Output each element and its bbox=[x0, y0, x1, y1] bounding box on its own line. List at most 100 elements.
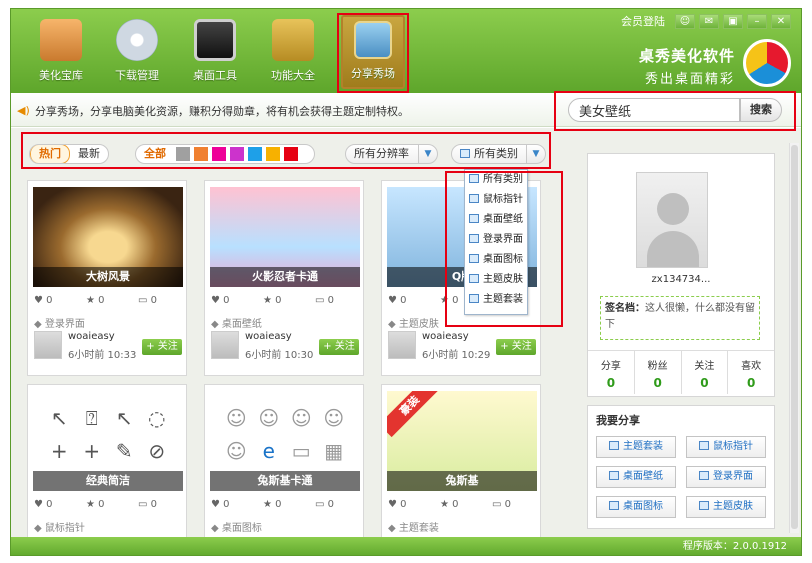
card-tag[interactable]: ◆ 主题皮肤 bbox=[388, 315, 439, 330]
profile-name[interactable]: zx134734... bbox=[588, 274, 774, 285]
signature-box: 签名档：这人很懒，什么都没有留下 bbox=[600, 296, 760, 340]
card-caption: 火影忍者卡通 bbox=[210, 267, 360, 287]
icon-preview: ☺ ☺ ☺ ☺ ☺ e ▭ ▦ bbox=[220, 401, 350, 467]
comment-count[interactable]: ▭ 0 bbox=[138, 295, 182, 309]
card-user: woaieasy 6小时前 10:30 + 关注 bbox=[211, 331, 359, 361]
share-theme-pack-button[interactable]: 主题套装 bbox=[596, 436, 676, 458]
card-caption: 经典简洁 bbox=[33, 471, 183, 491]
busy-cursor-icon: ◌ bbox=[148, 405, 166, 430]
arrow-cursor-icon: ↖ bbox=[50, 405, 68, 430]
card-caption: 兔斯基卡通 bbox=[210, 471, 360, 491]
nav-desktop-tools[interactable]: 桌面工具 bbox=[177, 15, 253, 91]
card-stats: ♥ 0 ★ 0 ▭ 0 bbox=[34, 499, 182, 513]
like-count[interactable]: ♥ 0 bbox=[211, 295, 255, 309]
feedback-icon[interactable]: ✉ bbox=[699, 13, 719, 29]
avatar[interactable] bbox=[388, 331, 416, 359]
stat-likes[interactable]: 喜欢 0 bbox=[728, 351, 774, 394]
comment-count[interactable]: ▭ 0 bbox=[492, 499, 536, 513]
star-count[interactable]: ★ 0 bbox=[86, 295, 130, 309]
card-thumbnail[interactable]: 大树风景 bbox=[33, 187, 183, 287]
brand-slogan: 秀出桌面精彩 bbox=[644, 72, 735, 87]
skin-icon bbox=[699, 501, 709, 510]
resource-card[interactable]: ↖ ⍰ ↖ ◌ + + ✎ ⊘ 经典简洁 ♥ 0 ★ 0 ▭ 0 ◆ 鼠标指针 bbox=[27, 384, 187, 555]
profile-panel: zx134734... 签名档：这人很懒，什么都没有留下 分享 0 粉丝 0 关注 0… bbox=[587, 153, 775, 397]
user-name[interactable]: woaieasy bbox=[245, 331, 292, 342]
resource-card[interactable]: ☺ ☺ ☺ ☺ ☺ e ▭ ▦ 兔斯基卡通 ♥ 0 ★ 0 ▭ 0 ◆ 桌面图标 bbox=[204, 384, 364, 555]
card-stats: ♥ 0 ★ 0 ▭ 0 bbox=[211, 295, 359, 309]
comment-count[interactable]: ▭ 0 bbox=[138, 499, 182, 513]
card-stats: ♥ 0 ★ 0 ▭ 0 bbox=[388, 499, 536, 513]
card-thumbnail[interactable]: 火影忍者卡通 bbox=[210, 187, 360, 287]
card-tag[interactable]: ◆ 桌面图标 bbox=[211, 519, 262, 534]
card-tag[interactable]: ◆ 主题套装 bbox=[388, 519, 439, 534]
monitor-icon bbox=[194, 19, 236, 61]
comment-count[interactable]: ▭ 0 bbox=[315, 295, 359, 309]
share-wallpaper-button[interactable]: 桌面壁纸 bbox=[596, 466, 676, 488]
share-cursor-button[interactable]: 鼠标指针 bbox=[686, 436, 766, 458]
card-stats: ♥ 0 ★ 0 ▭ 0 bbox=[34, 295, 182, 309]
resource-card[interactable]: 大树风景 ♥ 0 ★ 0 ▭ 0 ◆ 登录界面 woaieasy 6小时前 10… bbox=[27, 180, 187, 376]
nav-label: 功能大全 bbox=[271, 69, 315, 82]
member-login-link[interactable]: 会员登陆 bbox=[621, 13, 665, 29]
user-name[interactable]: woaieasy bbox=[68, 331, 115, 342]
star-count[interactable]: ★ 0 bbox=[86, 499, 130, 513]
user-name[interactable]: woaieasy bbox=[422, 331, 469, 342]
card-tag[interactable]: ◆ 鼠标指针 bbox=[34, 519, 85, 534]
pack-icon bbox=[609, 441, 619, 450]
avatar-body-shape bbox=[647, 231, 699, 267]
share-login-screen-button[interactable]: 登录界面 bbox=[686, 466, 766, 488]
card-tag[interactable]: ◆ 桌面壁纸 bbox=[211, 315, 262, 330]
share-desktop-icons-button[interactable]: 桌面图标 bbox=[596, 496, 676, 518]
share-theme-skin-button[interactable]: 主题皮肤 bbox=[686, 496, 766, 518]
status-bar: 程序版本：2.0.0.1912 bbox=[11, 537, 801, 555]
nav-download-manager[interactable]: 下载管理 bbox=[99, 15, 175, 91]
resource-card[interactable]: 豪装 兔斯基 ♥ 0 ★ 0 ▭ 0 ◆ 主题套装 bbox=[381, 384, 541, 555]
nav-label: 美化宝库 bbox=[39, 69, 83, 82]
brand-text: 桌秀美化软件 秀出桌面精彩 bbox=[639, 45, 735, 87]
help-cursor-icon: ⍰ bbox=[85, 405, 98, 430]
follow-button[interactable]: + 关注 bbox=[319, 339, 359, 355]
minimize-icon[interactable]: – bbox=[747, 13, 767, 29]
nav-beautify-library[interactable]: 美化宝库 bbox=[23, 15, 99, 91]
rabbit-icon: ☺ bbox=[323, 405, 345, 430]
follow-button[interactable]: + 关注 bbox=[496, 339, 536, 355]
like-count[interactable]: ♥ 0 bbox=[388, 499, 432, 513]
pen-cursor-icon: ✎ bbox=[115, 438, 133, 463]
avatar[interactable] bbox=[34, 331, 62, 359]
stat-fans[interactable]: 粉丝 0 bbox=[635, 351, 682, 394]
star-count[interactable]: ★ 0 bbox=[263, 295, 307, 309]
avatar[interactable] bbox=[211, 331, 239, 359]
scrollbar[interactable] bbox=[789, 143, 799, 533]
crosshair-cursor-icon: + bbox=[50, 438, 68, 463]
menu-icon[interactable]: ▣ bbox=[723, 13, 743, 29]
notice-text: 分享秀场，分享电脑美化资源，赚积分得勋章，将有机会获得主题定制特权。 bbox=[35, 105, 409, 118]
card-thumbnail[interactable]: ↖ ⍰ ↖ ◌ + + ✎ ⊘ 经典简洁 bbox=[33, 391, 183, 491]
like-count[interactable]: ♥ 0 bbox=[34, 499, 78, 513]
stat-shares[interactable]: 分享 0 bbox=[588, 351, 635, 394]
card-thumbnail[interactable]: ☺ ☺ ☺ ☺ ☺ e ▭ ▦ 兔斯基卡通 bbox=[210, 391, 360, 491]
share-panel: 我要分享 主题套装 鼠标指针 桌面壁纸 登录界面 桌面图标 主题皮肤 bbox=[587, 405, 775, 529]
star-count[interactable]: ★ 0 bbox=[440, 499, 484, 513]
like-count[interactable]: ♥ 0 bbox=[388, 295, 432, 309]
card-tag[interactable]: ◆ 登录界面 bbox=[34, 315, 85, 330]
avatar[interactable] bbox=[636, 172, 708, 268]
disc-download-icon bbox=[116, 19, 158, 61]
card-thumbnail[interactable]: 豪装 兔斯基 bbox=[387, 391, 537, 491]
like-count[interactable]: ♥ 0 bbox=[34, 295, 78, 309]
comment-count[interactable]: ▭ 0 bbox=[315, 499, 359, 513]
rabbit-icon: ☺ bbox=[258, 405, 280, 430]
card-caption: 大树风景 bbox=[33, 267, 183, 287]
post-time: 6小时前 10:30 bbox=[245, 350, 314, 361]
scrollbar-thumb[interactable] bbox=[791, 145, 798, 529]
nav-label: 桌面工具 bbox=[193, 69, 237, 82]
resource-card[interactable]: 火影忍者卡通 ♥ 0 ★ 0 ▭ 0 ◆ 桌面壁纸 woaieasy 6小时前 … bbox=[204, 180, 364, 376]
close-icon[interactable]: ✕ bbox=[771, 13, 791, 29]
like-count[interactable]: ♥ 0 bbox=[211, 499, 255, 513]
follow-button[interactable]: + 关注 bbox=[142, 339, 182, 355]
brand-logo-icon bbox=[743, 39, 791, 87]
nav-all-features[interactable]: 功能大全 bbox=[255, 15, 331, 91]
stat-following[interactable]: 关注 0 bbox=[682, 351, 729, 394]
star-count[interactable]: ★ 0 bbox=[263, 499, 307, 513]
card-caption: 兔斯基 bbox=[387, 471, 537, 491]
skin-icon[interactable]: ☺ bbox=[675, 13, 695, 29]
